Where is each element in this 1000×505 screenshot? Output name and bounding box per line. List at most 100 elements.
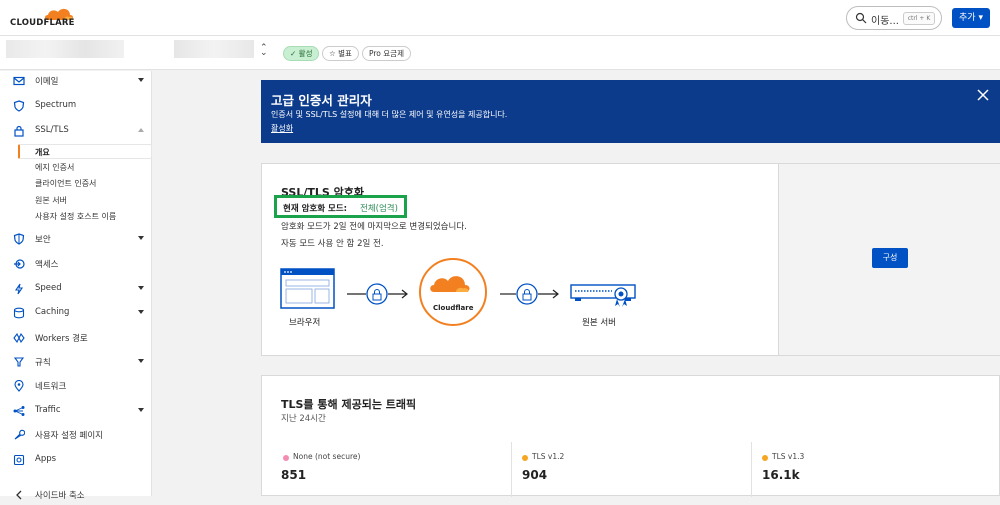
banner-title: 고급 인증서 관리자: [271, 93, 372, 108]
card-title: TLS를 통해 제공되는 트래픽: [281, 398, 417, 411]
chevron-down-icon: [138, 408, 144, 412]
sidebar-item-custom-pages[interactable]: 사용자 설정 페이지: [0, 425, 152, 445]
stat-value: 16.1k: [762, 468, 800, 482]
shield-icon: [13, 100, 25, 112]
legend-dot: [762, 455, 768, 461]
sidebar-item-label: Speed: [35, 283, 62, 293]
stat-label: TLS v1.2: [532, 452, 565, 461]
sidebar-item-label: 사용자 설정 페이지: [35, 431, 103, 441]
sidebar-subitem-edge-certificates[interactable]: 에지 인증서: [35, 162, 74, 176]
cloudflare-label: Cloudflare: [433, 304, 474, 312]
sidebar-item-label: 규칙: [35, 358, 51, 368]
mode-label: 현재 암호화 모드:: [283, 204, 348, 214]
star-badge[interactable]: ☆ 별표: [322, 46, 359, 61]
apps-icon: [13, 454, 25, 466]
sidebar-item-ssl-tls[interactable]: SSL/TLS: [0, 121, 152, 141]
origin-server-icon: [570, 284, 636, 307]
configure-panel: 구성: [778, 164, 1000, 355]
encrypted-arrow-1: [347, 283, 408, 305]
ssl-encryption-card: SSL/TLS 암호화 암호화 모드가 2일 전에 마지막으로 변경되었습니다.…: [261, 163, 1000, 356]
origin-label: 원본 서버: [582, 318, 616, 328]
sidebar-item-access[interactable]: 액세스: [0, 254, 152, 274]
sidebar-item-label: 액세스: [35, 260, 59, 270]
add-button[interactable]: 추가 ▾: [952, 8, 990, 28]
sidebar-item-rules[interactable]: 규칙: [0, 352, 152, 372]
acm-banner: 고급 인증서 관리자 인증서 및 SSL/TLS 설정에 대해 더 많은 제어 …: [261, 80, 1000, 143]
lightning-icon: [14, 283, 24, 295]
shield-icon: [13, 233, 25, 245]
sidebar-item-email[interactable]: 이메일: [0, 71, 152, 91]
current-mode-highlight: 현재 암호화 모드: 전체(엄격): [274, 195, 407, 218]
traffic-icon: [13, 406, 25, 416]
card-subtitle: 지난 24시간: [281, 414, 326, 424]
mode-value: 전체(엄격): [360, 204, 398, 214]
chevron-down-icon: [138, 236, 144, 240]
rules-icon: [13, 357, 25, 367]
sidebar-subitem-client-certificates[interactable]: 클라이언트 인증서: [35, 178, 96, 192]
account-name-redacted[interactable]: [6, 40, 124, 58]
sidebar-item-network[interactable]: 네트워크: [0, 376, 152, 396]
sidebar-item-label: Spectrum: [35, 100, 77, 110]
stat-tls12: TLS v1.2 904: [511, 442, 741, 497]
status-badge: ✓ 활성: [283, 46, 320, 61]
sidebar: 이메일 Spectrum SSL/TLS 개요 에지 인증서 클라이언트 인증서…: [0, 71, 152, 501]
sidebar-item-label: Traffic: [35, 405, 61, 415]
sidebar-subitem-origin-server[interactable]: 원본 서버: [35, 195, 67, 209]
lock-icon: [14, 125, 24, 137]
diagram-graphic: [280, 258, 636, 326]
stat-value: 904: [522, 468, 548, 482]
workers-icon: [13, 332, 25, 344]
brand-name: CLOUDFLARE: [10, 18, 75, 28]
sidebar-item-label: 네트워크: [35, 382, 67, 392]
search-shortcut: ctrl + K: [903, 12, 935, 25]
legend-dot: [283, 455, 289, 461]
search-label: 이동...: [871, 16, 899, 27]
tls-traffic-card: TLS를 통해 제공되는 트래픽 지난 24시간 None (not secur…: [261, 375, 1000, 497]
banner-activate-link[interactable]: 활성화: [271, 123, 293, 134]
stat-value: 851: [281, 468, 307, 482]
location-icon: [14, 380, 24, 392]
auto-mode-text: 자동 모드 사용 안 함 2일 전.: [281, 239, 384, 249]
sidebar-collapse[interactable]: 사이드바 축소: [0, 485, 152, 505]
search-icon: [855, 12, 867, 24]
collapse-icon: [16, 490, 22, 500]
sidebar-item-workers-routes[interactable]: Workers 경로: [0, 328, 152, 348]
banner-description: 인증서 및 SSL/TLS 설정에 대해 더 많은 제어 및 유연성을 제공합니…: [271, 110, 508, 119]
zone-name-redacted[interactable]: [174, 40, 254, 58]
sidebar-item-label: Caching: [35, 307, 70, 317]
encrypted-arrow-2: [500, 283, 559, 305]
chevron-down-icon: [138, 359, 144, 363]
sidebar-item-label: SSL/TLS: [35, 125, 69, 135]
legend-dot: [522, 455, 528, 461]
add-button-label: 추가: [959, 13, 976, 23]
access-icon: [14, 259, 25, 269]
chevron-down-icon: [138, 286, 144, 290]
encryption-diagram: 브라우저 Cloudflare 원본 서버: [262, 254, 778, 355]
sidebar-item-label: Apps: [35, 454, 57, 464]
email-icon: [13, 76, 25, 86]
sidebar-item-caching[interactable]: Caching: [0, 303, 152, 323]
sidebar-subitem-label: 개요: [35, 148, 50, 157]
sidebar-item-speed[interactable]: Speed: [0, 279, 152, 299]
configure-button[interactable]: 구성: [872, 248, 908, 268]
search-button[interactable]: 이동... ctrl + K: [846, 6, 942, 30]
sidebar-item-security[interactable]: 보안: [0, 229, 152, 249]
sidebar-item-label: Workers 경로: [35, 334, 88, 344]
sidebar-item-apps[interactable]: Apps: [0, 450, 152, 470]
sidebar-item-traffic[interactable]: Traffic: [0, 401, 152, 421]
plan-badge[interactable]: Pro 요금제: [362, 46, 411, 61]
cloudflare-logo[interactable]: CLOUDFLARE: [10, 6, 74, 28]
top-bar: CLOUDFLARE 이동... ctrl + K 추가 ▾: [0, 0, 1000, 36]
zone-switcher-icon[interactable]: ⌃ ⌄: [260, 44, 268, 58]
sidebar-subitem-overview[interactable]: 개요: [18, 144, 152, 159]
browser-icon: [280, 268, 335, 309]
chevron-down-icon: [138, 310, 144, 314]
sidebar-subitem-custom-hostnames[interactable]: 사용자 설정 호스트 이름: [35, 211, 116, 225]
stat-tls13: TLS v1.3 16.1k: [751, 442, 981, 497]
mode-changed-text: 암호화 모드가 2일 전에 마지막으로 변경되었습니다.: [281, 222, 467, 232]
close-icon[interactable]: [976, 88, 990, 102]
database-icon: [13, 307, 25, 319]
stat-none: None (not secure) 851: [262, 442, 492, 497]
sidebar-item-label: 사이드바 축소: [35, 491, 85, 501]
sidebar-item-spectrum[interactable]: Spectrum: [0, 96, 152, 116]
